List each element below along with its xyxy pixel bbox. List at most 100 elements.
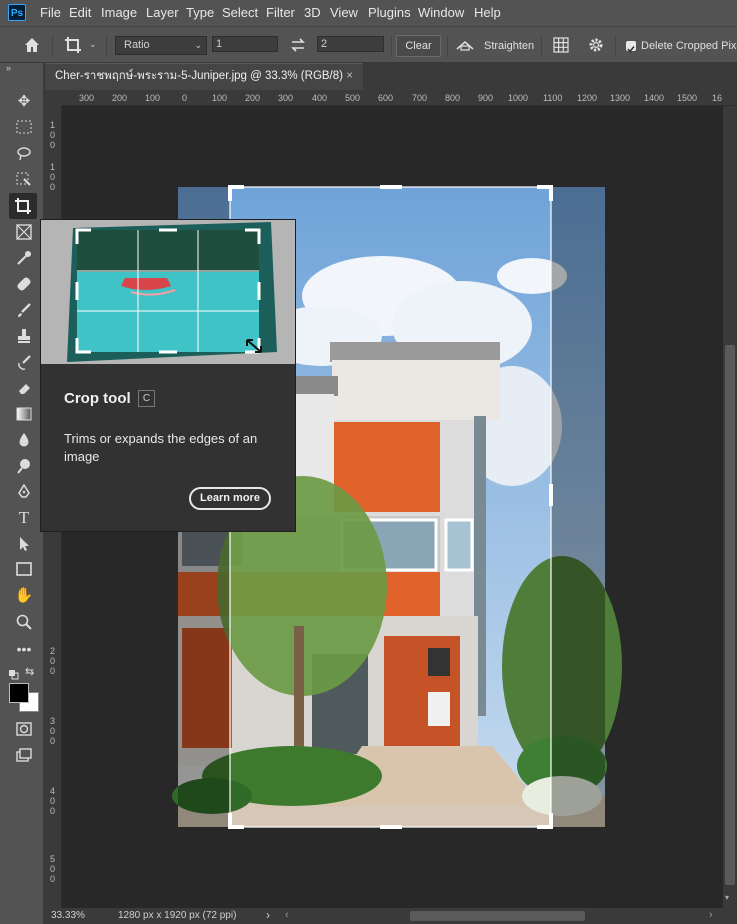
- blur-tool-icon[interactable]: [13, 429, 35, 451]
- ruler-tick: 100: [145, 93, 161, 103]
- collapse-panel-icon[interactable]: »: [6, 63, 11, 73]
- ruler-tick: 0: [50, 874, 56, 884]
- ruler-tick: 1200: [577, 93, 598, 103]
- menu-help[interactable]: Help: [474, 5, 501, 20]
- ruler-tick: 1100: [543, 93, 563, 103]
- object-select-tool-icon[interactable]: [13, 169, 35, 191]
- shortcut-key-badge: C: [138, 390, 155, 407]
- menu-layer[interactable]: Layer: [146, 5, 179, 20]
- scroll-left-icon[interactable]: ‹: [285, 909, 289, 921]
- crop-demo-image: [41, 220, 295, 364]
- zoom-level[interactable]: 33.33%: [51, 910, 85, 921]
- menu-view[interactable]: View: [330, 5, 358, 20]
- menu-window[interactable]: Window: [418, 5, 464, 20]
- tooltip-title: Crop tool: [64, 390, 131, 407]
- gradient-tool-icon[interactable]: [13, 403, 35, 425]
- zoom-tool-icon[interactable]: [13, 611, 35, 633]
- horizontal-scrollbar-thumb[interactable]: [410, 911, 585, 921]
- ratio-width-input[interactable]: 1: [212, 36, 278, 52]
- ruler-tick: 4: [50, 786, 56, 796]
- lasso-tool-icon[interactable]: [13, 143, 35, 165]
- menu-3d[interactable]: 3D: [304, 5, 321, 20]
- vertical-scrollbar-thumb[interactable]: [725, 345, 735, 885]
- healing-brush-tool-icon[interactable]: [13, 273, 35, 295]
- ruler-tick: 16: [712, 93, 723, 103]
- menu-select[interactable]: Select: [222, 5, 258, 20]
- ruler-tick: 1: [50, 162, 56, 172]
- crop-preset-icon[interactable]: [62, 34, 84, 56]
- screen-mode-icon[interactable]: [13, 745, 35, 767]
- stamp-tool-icon[interactable]: [13, 325, 35, 347]
- eraser-tool-icon[interactable]: [13, 377, 35, 399]
- swap-icon[interactable]: [289, 36, 307, 54]
- brush-tool-icon[interactable]: [13, 299, 35, 321]
- straighten-label[interactable]: Straighten: [484, 40, 534, 52]
- frame-tool-icon[interactable]: [13, 221, 35, 243]
- menu-plugins[interactable]: Plugins: [368, 5, 411, 20]
- ruler-corner: [44, 90, 62, 106]
- ruler-tick: 0: [50, 172, 56, 182]
- ratio-select[interactable]: Ratio ⌄: [115, 36, 207, 55]
- delete-cropped-label[interactable]: Delete Cropped Pixels: [641, 40, 737, 52]
- learn-more-button[interactable]: Learn more: [189, 487, 271, 510]
- path-select-tool-icon[interactable]: [13, 533, 35, 555]
- status-menu-icon[interactable]: ›: [266, 908, 270, 922]
- ruler-tick: 800: [445, 93, 461, 103]
- ruler-tick: 0: [50, 796, 56, 806]
- menu-image[interactable]: Image: [101, 5, 137, 20]
- type-tool-icon[interactable]: T: [13, 507, 35, 529]
- ruler-tick: 0: [50, 726, 56, 736]
- ratio-select-label: Ratio: [124, 39, 150, 51]
- dodge-tool-icon[interactable]: [13, 455, 35, 477]
- ruler-tick: 900: [478, 93, 494, 103]
- crop-tool-button[interactable]: [9, 193, 37, 219]
- straighten-icon[interactable]: [455, 37, 475, 53]
- menu-filter[interactable]: Filter: [266, 5, 295, 20]
- foreground-color-swatch[interactable]: [9, 683, 29, 703]
- scroll-right-icon[interactable]: ›: [709, 909, 713, 921]
- clear-button[interactable]: Clear: [396, 35, 441, 57]
- ruler-tick: 0: [50, 140, 56, 150]
- more-tools-icon[interactable]: •••: [13, 638, 35, 660]
- home-icon[interactable]: [22, 35, 42, 55]
- menu-edit[interactable]: Edit: [69, 5, 91, 20]
- rectangle-tool-icon[interactable]: [13, 559, 35, 581]
- move-tool-icon[interactable]: ✥: [13, 91, 35, 113]
- marquee-tool-icon[interactable]: [13, 117, 35, 139]
- close-icon[interactable]: ×: [346, 64, 353, 89]
- ruler-tick: 100: [212, 93, 228, 103]
- menu-file[interactable]: File: [40, 5, 61, 20]
- gear-icon[interactable]: [587, 36, 605, 54]
- options-bar: ⌄ Ratio ⌄ 1 2 Clear Straighten Delete Cr…: [0, 26, 737, 63]
- ruler-tick: 200: [245, 93, 261, 103]
- chevron-down-icon: ⌄: [194, 40, 202, 50]
- ruler-tick: 300: [278, 93, 294, 103]
- default-colors-icon[interactable]: [9, 667, 19, 680]
- ruler-tick: 0: [50, 182, 56, 192]
- history-brush-tool-icon[interactable]: [13, 351, 35, 373]
- chevron-down-icon[interactable]: ⌄: [89, 39, 97, 50]
- ruler-tick: 700: [412, 93, 428, 103]
- ruler-tick: 400: [312, 93, 328, 103]
- horizontal-ruler[interactable]: 300 200 100 0 100 200 300 400 500 600 70…: [62, 90, 737, 106]
- ruler-tick: 1400: [644, 93, 665, 103]
- ruler-tick: 3: [50, 716, 56, 726]
- eyedropper-tool-icon[interactable]: [13, 247, 35, 269]
- document-tab[interactable]: Cher-ราชพฤกษ์-พระราม-5-Juniper.jpg @ 33.…: [45, 63, 363, 90]
- photoshop-logo: Ps: [8, 4, 26, 21]
- scroll-down-icon[interactable]: ▾: [725, 893, 729, 902]
- tooltip-preview: [41, 220, 295, 364]
- ruler-tick: 1000: [508, 93, 529, 103]
- ruler-tick: 2: [50, 646, 56, 656]
- tools-panel: » ✥ T ✋ ••• ⇆: [0, 63, 44, 924]
- pen-tool-icon[interactable]: [13, 481, 35, 503]
- ratio-height-input[interactable]: 2: [317, 36, 384, 52]
- menu-type[interactable]: Type: [186, 5, 214, 20]
- hand-tool-icon[interactable]: ✋: [13, 585, 35, 607]
- delete-cropped-checkbox[interactable]: [626, 41, 636, 53]
- grid-overlay-icon[interactable]: [552, 36, 570, 54]
- quick-mask-icon[interactable]: [13, 719, 35, 741]
- crop-tool-tooltip: Crop tool C Trims or expands the edges o…: [40, 219, 296, 532]
- swap-colors-icon[interactable]: ⇆: [25, 665, 37, 678]
- ruler-tick: 5: [50, 854, 56, 864]
